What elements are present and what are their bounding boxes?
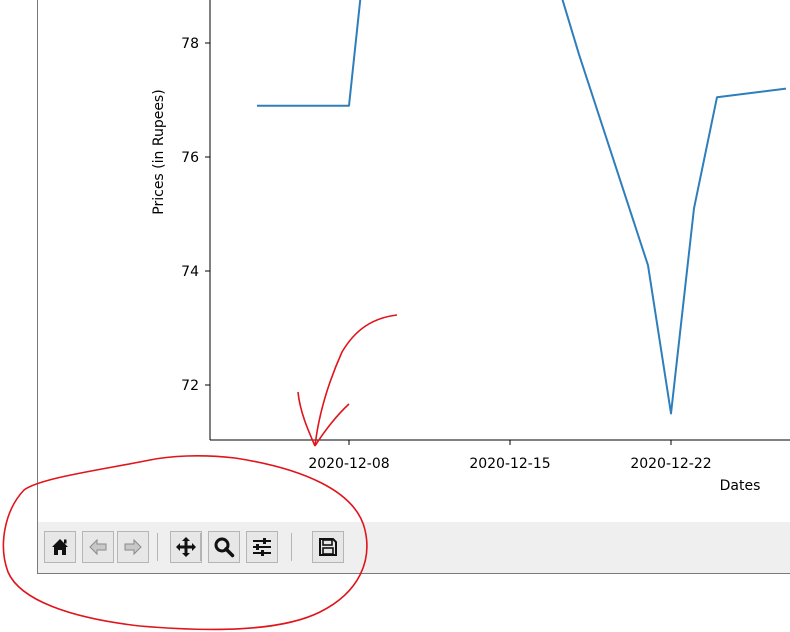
- zoom-button[interactable]: [208, 531, 240, 563]
- save-button[interactable]: [312, 531, 344, 563]
- save-icon: [319, 538, 337, 556]
- home-button[interactable]: [44, 531, 76, 563]
- sliders-icon: [253, 538, 271, 556]
- y-tick-label-2: 76: [181, 150, 199, 166]
- y-tick-label-0: 72: [181, 378, 199, 394]
- toolbar-separator: [291, 533, 292, 561]
- x-tick-label-1: 2020-12-15: [469, 456, 550, 472]
- move-icon: [176, 537, 196, 557]
- plot-axes: [209, 0, 790, 441]
- figure-window: 2020-12-08 2020-12-15 2020-12-22 72 74 76 78 D…: [0, 0, 790, 632]
- window-border-bottom: [37, 573, 790, 574]
- toolbar-separator: [157, 533, 158, 561]
- y-axis-label: Prices (in Rupees): [151, 89, 167, 214]
- x-axis-label: Dates: [720, 478, 761, 494]
- arrow-left-icon: [89, 538, 107, 556]
- zoom-icon: [214, 537, 235, 558]
- back-button[interactable]: [82, 531, 114, 563]
- x-tick-label-2: 2020-12-22: [630, 456, 711, 472]
- x-tick-label-0: 2020-12-08: [308, 456, 389, 472]
- axis-ticks: 2020-12-08 2020-12-15 2020-12-22 72 74 76 78: [181, 36, 712, 472]
- configure-button[interactable]: [246, 531, 278, 563]
- navigation-toolbar: [38, 522, 790, 573]
- arrow-right-icon: [124, 538, 142, 556]
- home-icon: [52, 539, 68, 555]
- toolbar-separator: [200, 533, 201, 561]
- forward-button[interactable]: [117, 531, 149, 563]
- y-tick-label-3: 78: [181, 36, 199, 52]
- y-tick-label-1: 74: [181, 264, 199, 280]
- pan-button[interactable]: [170, 531, 202, 563]
- series-line-0: [257, 0, 787, 415]
- price-series: [257, 0, 787, 415]
